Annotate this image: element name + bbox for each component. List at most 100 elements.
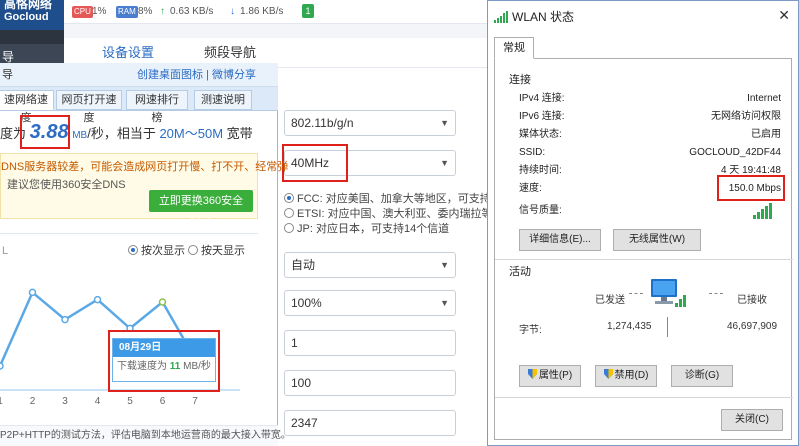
speed-mid: /秒，相当于 [87, 126, 156, 141]
speedtest-header: 导 创建桌面图标 | 微博分享 [0, 63, 278, 87]
chart-line-segment [31, 291, 66, 321]
setting-input-b[interactable]: 100 [284, 370, 456, 396]
chart-x-tick-label: 6 [160, 396, 166, 407]
ram-icon: RAM [116, 6, 138, 18]
speed-suffix: 宽带 [226, 126, 253, 141]
speed-unit: MB [72, 130, 88, 141]
setting-input-c[interactable]: 2347 [284, 410, 456, 436]
tab-speed-help[interactable]: 测速说明 [194, 90, 252, 110]
close-button[interactable]: 关闭(C) [721, 409, 783, 431]
channel-select-value: 自动 [291, 258, 316, 272]
region-option-label: JP: 对应日本，可支持14个信道 [297, 223, 450, 235]
speed-history-chart: L 按次显示 按天显示 1234567 08月29日 下载速度为 11 MB/秒 [0, 233, 258, 423]
dns-warning: DNS服务器较差，可能会造成网页打开慢、打不开、经常弹 建议您使用360安全DN… [0, 153, 288, 229]
tab-general[interactable]: 常规 [494, 37, 534, 59]
speedtest-header-title: 导 [2, 69, 13, 81]
row-value: GOCLOUD_42DF44 [689, 147, 781, 158]
chart-x-tick-label: 3 [62, 396, 68, 407]
speedtest-footer: P2P+HTTP的测试方法，评估电脑到本地运营商的最大接入带宽。 [0, 425, 291, 446]
wireless-properties-button[interactable]: 无线属性(W) [613, 229, 701, 251]
change-dns-button[interactable]: 立即更换360安全DNS [149, 190, 253, 229]
annotation-box-speed [20, 115, 70, 149]
chart-data-point[interactable] [28, 288, 37, 297]
annotation-box-link-speed [717, 175, 785, 201]
speedtest-tabs: 速网络速度 网页打开速度 网速排行榜 测速说明 [0, 87, 278, 124]
radio-unchecked-icon [284, 223, 294, 233]
wlan-general-panel: 连接 IPv4 连接: Internet IPv6 连接: 无网络访问权限 媒体… [494, 58, 793, 440]
tab-device-settings[interactable]: 设备设置 [97, 44, 159, 68]
speedtest-header-links[interactable]: 创建桌面图标 | 微博分享 [137, 67, 256, 83]
chart-data-point[interactable] [0, 362, 4, 370]
chart-data-point[interactable] [93, 295, 102, 304]
chart-x-tick-label: 1 [0, 396, 3, 407]
mode-select[interactable]: 802.11b/g/n ▼ [284, 110, 456, 136]
row-label: SSID: [519, 147, 546, 158]
router-logo[interactable]: 高恪网络 Gocloud [0, 0, 64, 30]
tab-network-speed[interactable]: 速网络速度 [0, 90, 54, 124]
divider [495, 259, 793, 260]
download-arrow-icon: ↓ [230, 6, 235, 17]
disable-button[interactable]: 禁用(D) [595, 365, 657, 387]
sent-label: 已发送 [595, 295, 625, 306]
wlan-status-dialog: WLAN 状态 ✕ 常规 连接 IPv4 连接: Internet IPv6 连… [487, 0, 799, 446]
cpu-icon: CPU [72, 6, 93, 18]
row-ipv6: IPv6 连接: 无网络访问权限 [519, 109, 781, 125]
chart-x-tick-label: 7 [192, 396, 198, 407]
shield-icon [603, 369, 613, 379]
status-badge[interactable]: 1 [302, 4, 314, 18]
bytes-received: 46,697,909 [727, 321, 778, 332]
chevron-down-icon: ▼ [440, 158, 449, 168]
shield-icon [527, 369, 537, 379]
setting-input-a-value: 1 [291, 336, 298, 350]
row-ssid: SSID: GOCLOUD_42DF44 [519, 145, 781, 161]
chart-data-point[interactable] [158, 298, 167, 306]
diagnose-button[interactable]: 诊断(G) [671, 365, 733, 387]
logo-text-en: Gocloud [4, 11, 49, 23]
channel-select[interactable]: 自动 ▼ [284, 252, 456, 278]
close-icon[interactable]: ✕ [778, 7, 790, 23]
tab-speed-ranking[interactable]: 网速排行榜 [126, 90, 188, 124]
cpu-usage: 1% [92, 6, 107, 17]
divider [495, 397, 793, 398]
radio-unchecked-icon [284, 208, 294, 218]
details-button[interactable]: 详细信息(E)... [519, 229, 601, 251]
chart-x-tick-label: 4 [95, 396, 101, 407]
speedtest-window: 导 创建桌面图标 | 微博分享 速网络速度 网页打开速度 网速排行榜 测速说明 … [0, 63, 291, 446]
setting-input-a[interactable]: 1 [284, 330, 456, 356]
properties-button[interactable]: 属性(P) [519, 365, 581, 387]
disable-button-label: 禁用(D) [614, 370, 649, 381]
chart-x-tick-label: 2 [30, 396, 36, 407]
ram-usage: 8% [138, 6, 153, 17]
chevron-down-icon: ▼ [440, 118, 449, 128]
section-connection: 连接 [509, 74, 531, 86]
power-select[interactable]: 100% ▼ [284, 290, 456, 316]
bytes-separator [667, 317, 668, 337]
screen: 高恪网络 Gocloud 导 CPU 1% RAM 8% ↑ 0.63 KB/s… [0, 0, 799, 446]
upload-speed: 0.63 KB/s [170, 6, 214, 17]
chart-line-segment [64, 298, 99, 321]
row-label: IPv4 连接: [519, 93, 565, 104]
dns-warning-text: DNS服务器较差，可能会造成网页打开慢、打不开、经常弹 [1, 161, 289, 173]
row-ipv4: IPv4 连接: Internet [519, 91, 781, 107]
wlan-titlebar: WLAN 状态 ✕ [488, 1, 798, 31]
radio-checked-icon [284, 193, 294, 203]
signal-strength-icon [753, 203, 772, 219]
region-option-jp[interactable]: JP: 对应日本，可支持14个信道 [284, 222, 449, 236]
row-value: 无网络访问权限 [711, 111, 781, 122]
row-label: 信号质量: [519, 205, 562, 216]
wifi-signal-icon [494, 11, 508, 23]
mode-select-value: 802.11b/g/n [291, 116, 354, 130]
power-select-value: 100% [291, 296, 322, 310]
row-value: Internet [747, 93, 781, 104]
chart-data-point[interactable] [61, 315, 69, 324]
bytes-sent: 1,274,435 [607, 321, 652, 332]
tab-band-navigation[interactable]: 频段导航 [204, 44, 256, 62]
chart-line-segment [0, 291, 34, 367]
tab-page-speed[interactable]: 网页打开速度 [56, 90, 122, 124]
row-value: 已启用 [751, 129, 781, 140]
download-speed: 1.86 KB/s [240, 6, 284, 17]
row-label: IPv6 连接: [519, 111, 565, 122]
setting-input-c-value: 2347 [291, 416, 318, 430]
received-label: 已接收 [737, 295, 767, 306]
section-activity: 活动 [509, 266, 531, 278]
